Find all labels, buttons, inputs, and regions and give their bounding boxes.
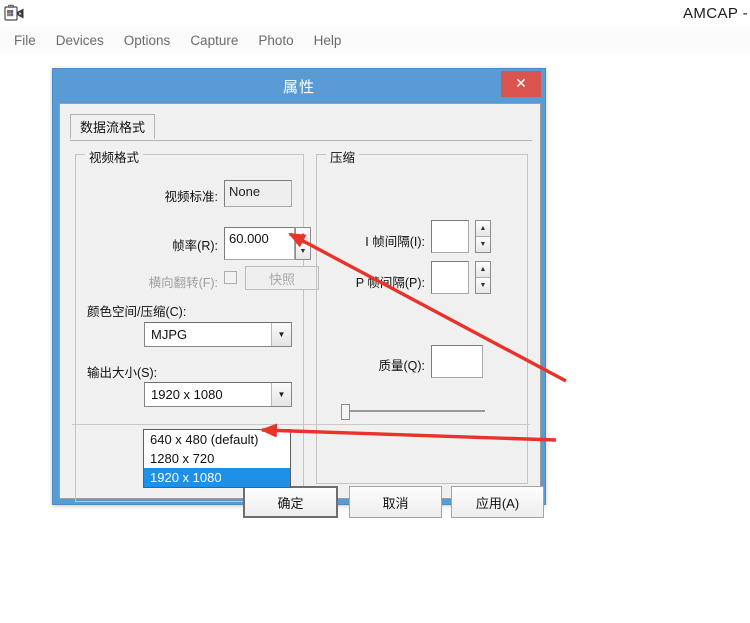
snapshot-button[interactable]: 快照 bbox=[245, 266, 319, 290]
p-frame-interval-input[interactable] bbox=[431, 261, 469, 294]
horizontal-flip-checkbox[interactable] bbox=[224, 271, 237, 284]
dialog-titlebar: 属性 ✕ bbox=[53, 69, 545, 103]
menu-item-devices[interactable]: Devices bbox=[46, 31, 114, 50]
video-format-group-label: 视频格式 bbox=[85, 147, 144, 166]
app-titlebar: AMCAP - bbox=[0, 0, 750, 28]
app-window-title: AMCAP - bbox=[682, 5, 748, 22]
menu-item-photo[interactable]: Photo bbox=[248, 31, 303, 50]
dialog-title: 属性 bbox=[282, 78, 315, 96]
tabstrip: 数据流格式 bbox=[70, 114, 532, 141]
quality-slider[interactable] bbox=[341, 404, 485, 420]
chevron-down-icon[interactable]: ▼ bbox=[271, 323, 291, 346]
dropdown-item-1280x720[interactable]: 1280 x 720 bbox=[144, 449, 290, 468]
dialog-body: 数据流格式 视频格式 视频标准: None 帧率(R): 60.000 ▲ ▼ … bbox=[59, 103, 544, 518]
compression-group-label: 压缩 bbox=[326, 147, 360, 166]
i-frame-interval-label: I 帧间隔(I): bbox=[365, 235, 425, 249]
output-size-combo[interactable]: 1920 x 1080 ▼ bbox=[144, 382, 292, 407]
menu-item-capture[interactable]: Capture bbox=[180, 31, 248, 50]
quality-slider-thumb[interactable] bbox=[341, 404, 350, 420]
menu-item-help[interactable]: Help bbox=[304, 31, 352, 50]
properties-dialog: 属性 ✕ 数据流格式 视频格式 视频标准: None 帧率(R): 60.000… bbox=[52, 68, 546, 518]
quality-label: 质量(Q): bbox=[378, 359, 425, 373]
output-size-dropdown-list[interactable]: 640 x 480 (default) 1280 x 720 1920 x 10… bbox=[143, 429, 291, 488]
tab-stream-format[interactable]: 数据流格式 bbox=[70, 114, 156, 139]
i-frame-interval-input[interactable] bbox=[431, 220, 469, 253]
quality-slider-track bbox=[341, 410, 485, 412]
i-frame-interval-spinner[interactable]: ▲ ▼ bbox=[475, 220, 491, 253]
quality-input[interactable] bbox=[431, 345, 483, 378]
p-frame-spinner-down[interactable]: ▼ bbox=[476, 278, 490, 293]
i-frame-spinner-up[interactable]: ▲ bbox=[476, 221, 490, 237]
colorspace-label: 颜色空间/压缩(C): bbox=[87, 305, 187, 319]
framerate-input[interactable]: 60.000 bbox=[224, 227, 295, 260]
output-size-combo-value: 1920 x 1080 bbox=[151, 387, 223, 402]
menu-item-file[interactable]: File bbox=[4, 31, 46, 50]
dropdown-item-640x480[interactable]: 640 x 480 (default) bbox=[144, 430, 290, 449]
dropdown-item-1920x1080[interactable]: 1920 x 1080 bbox=[144, 468, 290, 487]
i-frame-spinner-down[interactable]: ▼ bbox=[476, 237, 490, 252]
colorspace-combo-value: MJPG bbox=[151, 327, 188, 342]
video-standard-value: None bbox=[224, 180, 292, 207]
framerate-label: 帧率(R): bbox=[172, 239, 218, 253]
output-size-label: 输出大小(S): bbox=[87, 366, 158, 380]
p-frame-spinner-up[interactable]: ▲ bbox=[476, 262, 490, 278]
framerate-spinner-up[interactable]: ▲ bbox=[296, 228, 310, 244]
compression-group: 压缩 I 帧间隔(I): ▲ ▼ P 帧间隔(P): ▲ ▼ 质量(Q): bbox=[316, 147, 528, 484]
menubar: File Devices Options Capture Photo Help bbox=[0, 27, 750, 54]
ok-button[interactable]: 确定 bbox=[243, 486, 338, 518]
framerate-spinner-down[interactable]: ▼ bbox=[296, 244, 310, 259]
apply-button[interactable]: 应用(A) bbox=[451, 486, 544, 518]
divider bbox=[72, 424, 530, 425]
cancel-button[interactable]: 取消 bbox=[349, 486, 442, 518]
video-standard-label: 视频标准: bbox=[164, 190, 218, 204]
p-frame-interval-label: P 帧间隔(P): bbox=[355, 276, 425, 290]
p-frame-interval-spinner[interactable]: ▲ ▼ bbox=[475, 261, 491, 294]
chevron-down-icon[interactable]: ▼ bbox=[271, 383, 291, 406]
menu-item-options[interactable]: Options bbox=[114, 31, 181, 50]
horizontal-flip-label: 横向翻转(F): bbox=[148, 276, 218, 290]
camera-capture-icon bbox=[4, 4, 26, 24]
close-icon[interactable]: ✕ bbox=[501, 71, 541, 97]
framerate-spinner[interactable]: ▲ ▼ bbox=[295, 227, 311, 260]
colorspace-combo[interactable]: MJPG ▼ bbox=[144, 322, 292, 347]
